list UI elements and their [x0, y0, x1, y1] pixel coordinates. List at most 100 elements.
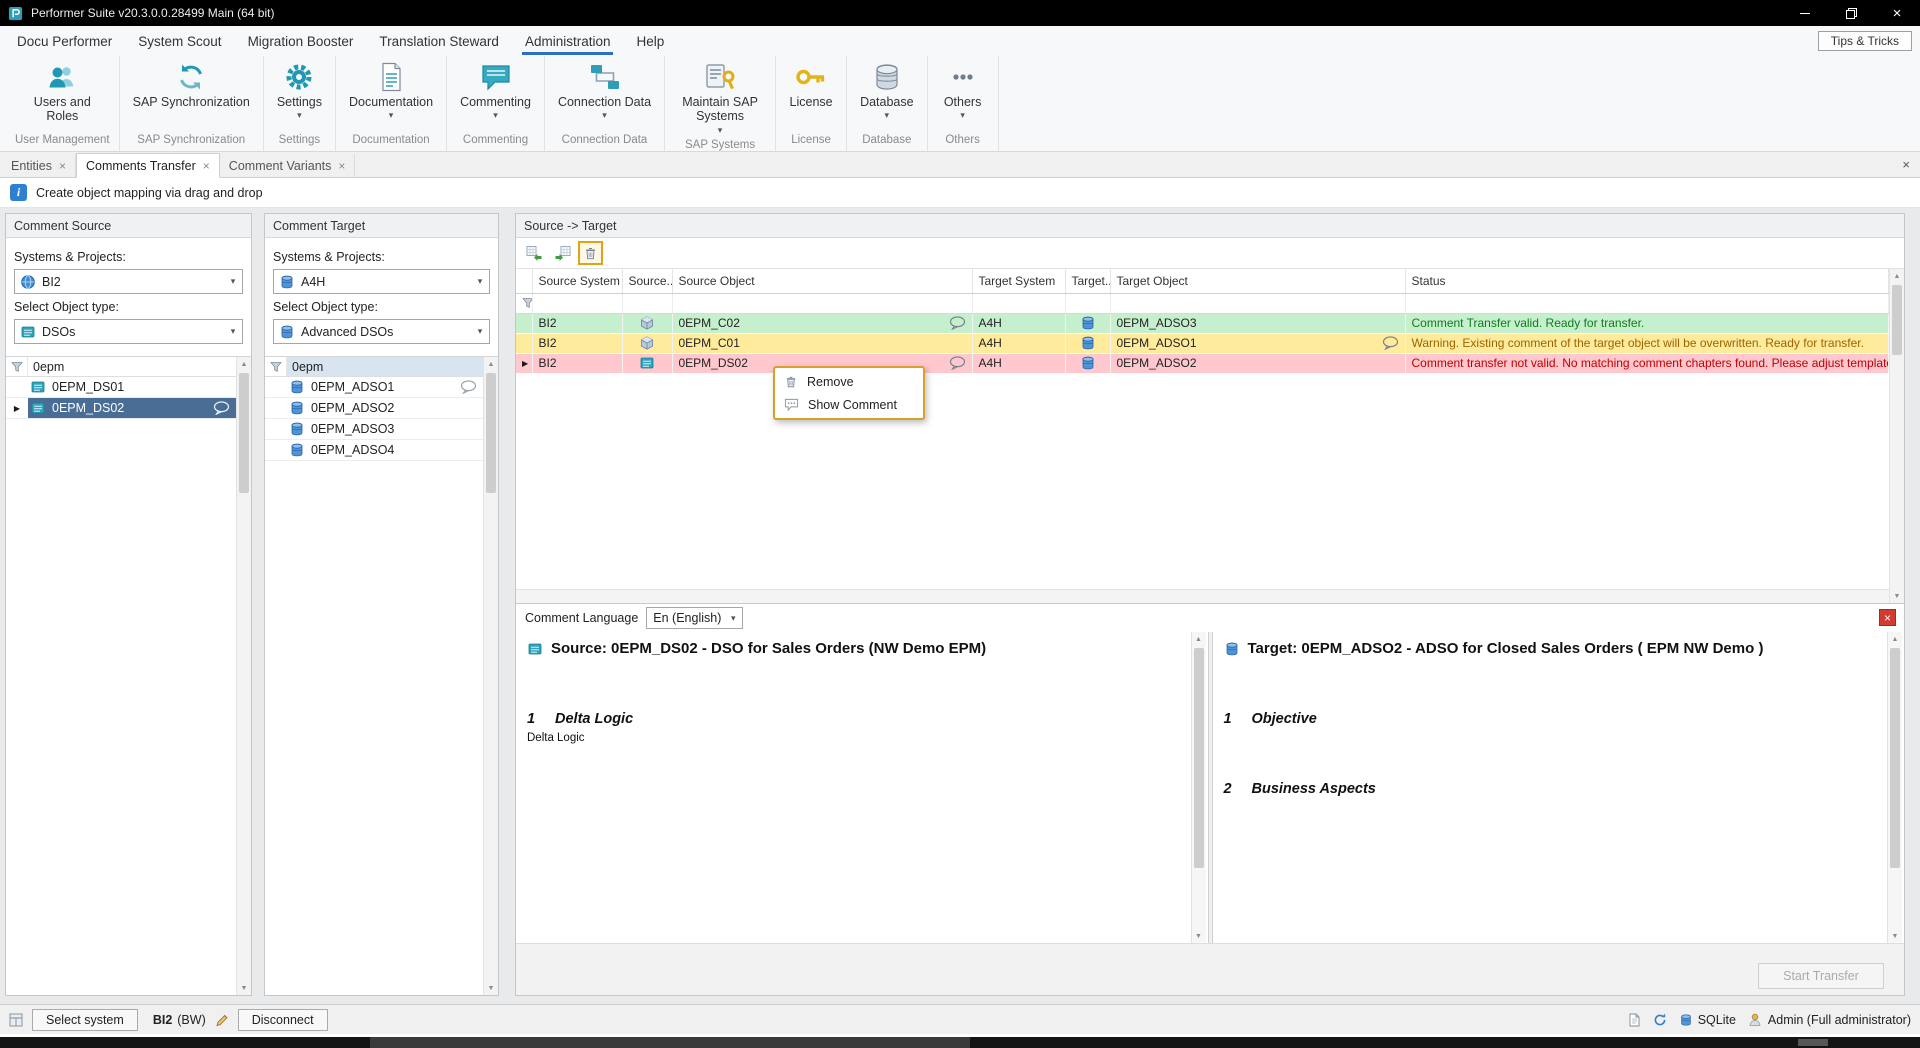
scroll-up-icon[interactable]: ▲	[1890, 269, 1904, 283]
column-header-target-system[interactable]: Target System	[972, 269, 1065, 293]
scroll-up-icon[interactable]: ▲	[237, 357, 251, 371]
scroll-down-icon[interactable]: ▼	[1192, 929, 1206, 943]
scroll-thumb[interactable]	[1194, 648, 1204, 868]
vertical-scrollbar[interactable]: ▲ ▼	[236, 357, 251, 995]
scroll-thumb[interactable]	[486, 373, 496, 493]
chevron-down-icon[interactable]: ▾	[224, 320, 242, 343]
close-tab-icon[interactable]: ×	[59, 159, 66, 173]
menu-tab-migration-booster[interactable]: Migration Booster	[235, 26, 367, 56]
scroll-thumb[interactable]	[239, 373, 249, 493]
close-tab-icon[interactable]: ×	[203, 159, 210, 173]
transfer-out-button[interactable]	[522, 241, 547, 265]
documentation-button[interactable]: Documentation ▾	[343, 58, 439, 120]
start-transfer-button[interactable]: Start Transfer	[1758, 963, 1884, 989]
target-system-select[interactable]: A4H ▾	[273, 269, 490, 294]
filter-funnel-icon[interactable]	[6, 357, 28, 376]
column-header-source-icon[interactable]: Source...	[622, 269, 672, 293]
filter-input[interactable]: 0epm	[287, 357, 483, 376]
target-object-type-select[interactable]: Advanced DSOs ▾	[273, 319, 490, 344]
column-header-status[interactable]: Status	[1405, 269, 1889, 293]
pane-divider[interactable]	[1208, 632, 1213, 943]
menu-tab-help[interactable]: Help	[623, 26, 677, 56]
log-page-icon[interactable]	[1627, 1013, 1641, 1027]
menu-tab-administration[interactable]: Administration	[512, 26, 624, 56]
connection-data-button[interactable]: Connection Data ▾	[552, 58, 657, 120]
disconnect-button[interactable]: Disconnect	[238, 1009, 328, 1031]
context-menu-remove[interactable]: Remove	[775, 370, 923, 393]
vertical-scrollbar[interactable]: ▲ ▼	[483, 357, 498, 995]
menu-tab-translation-steward[interactable]: Translation Steward	[366, 26, 512, 56]
refresh-icon[interactable]	[1652, 1012, 1668, 1028]
context-menu-show-comment[interactable]: Show Comment	[775, 393, 923, 416]
list-item-0epm-adso2[interactable]: 0EPM_ADSO2	[265, 398, 483, 419]
users-and-roles-button[interactable]: Users and Roles	[24, 58, 100, 124]
tips-tricks-button[interactable]: Tips & Tricks	[1818, 31, 1912, 51]
list-item-0epm-adso1[interactable]: 0EPM_ADSO1	[265, 377, 483, 398]
menu-tab-docu-performer[interactable]: Docu Performer	[4, 26, 125, 56]
filter-cell[interactable]	[1110, 293, 1405, 313]
column-header-source-object[interactable]: Source Object	[672, 269, 972, 293]
list-item-0epm-adso3[interactable]: 0EPM_ADSO3	[265, 419, 483, 440]
filter-cell[interactable]	[1405, 293, 1889, 313]
close-tabstrip-icon[interactable]: ×	[1902, 157, 1910, 172]
filter-cell[interactable]	[672, 293, 972, 313]
others-button[interactable]: Others ▾	[935, 58, 991, 120]
source-system-select[interactable]: BI2 ▾	[14, 269, 243, 294]
chevron-down-icon[interactable]: ▾	[471, 270, 489, 293]
vertical-scrollbar[interactable]: ▲ ▼	[1887, 632, 1902, 943]
remove-mapping-button[interactable]	[578, 241, 603, 265]
scroll-down-icon[interactable]: ▼	[1890, 589, 1904, 603]
scroll-up-icon[interactable]: ▲	[1888, 632, 1902, 646]
column-header-target-icon[interactable]: Target...	[1065, 269, 1110, 293]
minimize-button[interactable]	[1782, 0, 1828, 26]
close-button[interactable]: ×	[1874, 0, 1920, 26]
scroll-down-icon[interactable]: ▼	[484, 981, 498, 995]
edit-system-pencil-icon[interactable]	[215, 1013, 229, 1027]
tab-comments-transfer[interactable]: Comments Transfer ×	[76, 153, 220, 178]
tab-entities[interactable]: Entities ×	[2, 154, 76, 177]
scroll-down-icon[interactable]: ▼	[1888, 929, 1902, 943]
scroll-up-icon[interactable]: ▲	[484, 357, 498, 371]
filter-funnel-icon[interactable]	[265, 357, 287, 376]
expander-icon[interactable]: ▶	[6, 398, 28, 418]
transfer-in-button[interactable]	[550, 241, 575, 265]
expander-icon[interactable]: ▶	[516, 353, 532, 373]
filter-cell[interactable]	[1065, 293, 1110, 313]
scroll-thumb[interactable]	[1892, 285, 1902, 355]
chevron-down-icon[interactable]: ▾	[724, 608, 742, 628]
column-header-source-system[interactable]: Source System	[532, 269, 622, 293]
filter-cell[interactable]	[972, 293, 1065, 313]
vertical-scrollbar[interactable]: ▲ ▼	[1889, 269, 1904, 603]
vertical-scrollbar[interactable]: ▲ ▼	[1191, 632, 1206, 943]
comment-language-select[interactable]: En (English) ▾	[646, 607, 743, 629]
filter-cell[interactable]	[622, 293, 672, 313]
scroll-up-icon[interactable]: ▲	[1192, 632, 1206, 646]
select-system-button[interactable]: Select system	[32, 1009, 138, 1031]
mapping-row-warning[interactable]: BI2 0EPM_C01 A4H 0EPM_ADSO1 Warning. Exi…	[516, 333, 1889, 353]
close-tab-icon[interactable]: ×	[338, 159, 345, 173]
filter-cell[interactable]	[532, 293, 622, 313]
filter-input[interactable]: 0epm	[28, 357, 236, 376]
maintain-sap-systems-button[interactable]: Maintain SAP Systems ▾	[672, 58, 768, 135]
close-preview-button[interactable]: ×	[1879, 609, 1896, 626]
list-item-0epm-ds01[interactable]: 0EPM_DS01	[6, 377, 236, 398]
mapping-row-valid[interactable]: BI2 0EPM_C02 A4H 0EPM_ADSO3 Comment Tran…	[516, 313, 1889, 333]
commenting-button[interactable]: Commenting ▾	[454, 58, 537, 120]
column-header-target-object[interactable]: Target Object	[1110, 269, 1405, 293]
column-header-expander[interactable]	[516, 269, 532, 293]
tab-comment-variants[interactable]: Comment Variants ×	[220, 154, 356, 177]
sap-synchronization-button[interactable]: SAP Synchronization	[127, 58, 256, 109]
scroll-down-icon[interactable]: ▼	[237, 981, 251, 995]
settings-button[interactable]: Settings ▾	[271, 58, 328, 120]
list-item-0epm-adso4[interactable]: 0EPM_ADSO4	[265, 440, 483, 461]
chevron-down-icon[interactable]: ▾	[471, 320, 489, 343]
chevron-down-icon[interactable]: ▾	[224, 270, 242, 293]
license-button[interactable]: License	[783, 58, 839, 109]
restore-button[interactable]	[1828, 0, 1874, 26]
menu-tab-system-scout[interactable]: System Scout	[125, 26, 234, 56]
scroll-thumb[interactable]	[1890, 648, 1900, 868]
database-button[interactable]: Database ▾	[854, 58, 920, 120]
source-object-type-select[interactable]: DSOs ▾	[14, 319, 243, 344]
list-item-0epm-ds02[interactable]: ▶ 0EPM_DS02	[6, 398, 236, 419]
mapping-row-invalid[interactable]: ▶ BI2 0EPM_DS02 A4H 0EPM_ADSO2 Comment t…	[516, 353, 1889, 373]
